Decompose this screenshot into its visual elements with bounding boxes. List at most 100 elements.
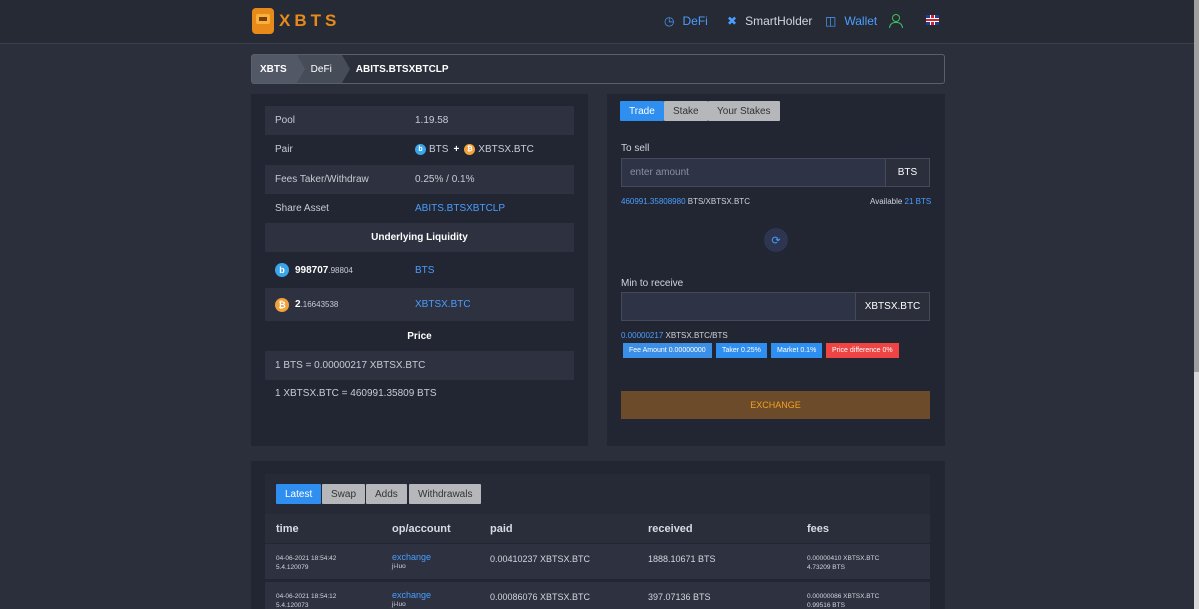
table-row[interactable]: 04-06-2021 18:54:12 5.4.120073 exchange … bbox=[265, 582, 930, 609]
row-paid: 0.00410237 XBTSX.BTC bbox=[490, 554, 591, 564]
share-asset-label: Share Asset bbox=[275, 203, 329, 214]
breadcrumb: XBTS DeFi ABITS.BTSXBTCLP bbox=[251, 54, 945, 84]
liquidity-btc-row: ₿ 2 .16643538 XBTSX.BTC bbox=[265, 288, 574, 321]
defi-icon: ◷ bbox=[664, 14, 675, 28]
price-row-2: 1 XBTSX.BTC = 460991.35809 BTS bbox=[265, 379, 574, 408]
liq-a-int: 998707 bbox=[295, 264, 329, 276]
tab-stake[interactable]: Stake bbox=[664, 101, 708, 121]
row-account[interactable]: ji-luo bbox=[392, 600, 431, 609]
row-account[interactable]: ji-luo bbox=[392, 562, 431, 571]
tab-adds[interactable]: Adds bbox=[366, 484, 407, 504]
col-time: time bbox=[276, 523, 299, 535]
exchange-button[interactable]: EXCHANGE bbox=[621, 391, 930, 419]
share-asset-row: Share Asset ABITS.BTSXBTCLP bbox=[265, 194, 574, 223]
sell-rate-value[interactable]: 460991.35808980 bbox=[621, 197, 686, 206]
share-asset-link[interactable]: ABITS.BTSXBTCLP bbox=[415, 203, 505, 214]
swap-direction-button[interactable]: ⟳ bbox=[764, 228, 788, 252]
col-received: received bbox=[648, 523, 693, 535]
row-fee-1: 0.00000410 XBTSX.BTC bbox=[807, 555, 880, 562]
receive-amount-input[interactable] bbox=[621, 292, 856, 321]
row-op: exchange ji-luo bbox=[392, 552, 431, 571]
bts-coin-icon: b bbox=[275, 263, 289, 277]
breadcrumb-defi-label: DeFi bbox=[310, 63, 332, 75]
row-received: 397.07136 BTS bbox=[648, 592, 711, 602]
liquidity-btc-asset[interactable]: XBTSX.BTC bbox=[415, 299, 471, 310]
row-op: exchange ji-luo bbox=[392, 590, 431, 609]
smartholder-icon: ✖ bbox=[727, 14, 738, 28]
liquidity-btc-amount: ₿ 2 .16643538 bbox=[275, 297, 338, 312]
row-paid: 0.00086076 XBTSX.BTC bbox=[490, 592, 591, 602]
row-op-id: 5.4.120079 bbox=[276, 564, 309, 571]
logo-text: XBTS bbox=[279, 11, 341, 30]
tab-your-stakes[interactable]: Your Stakes bbox=[708, 101, 780, 121]
row-op-link[interactable]: exchange bbox=[392, 590, 431, 600]
pair-b: XBTSX.BTC bbox=[478, 144, 534, 155]
refresh-icon: ⟳ bbox=[771, 234, 781, 247]
nav-smartholder[interactable]: ✖ SmartHolder bbox=[727, 14, 812, 28]
row-fee-2: 0.99516 BTS bbox=[807, 602, 845, 609]
row-fees: 0.00000086 XBTSX.BTC 0.99516 BTS bbox=[807, 592, 879, 609]
col-fees: fees bbox=[807, 523, 830, 535]
fees-label: Fees Taker/Withdraw bbox=[275, 174, 369, 185]
page-scrollbar[interactable] bbox=[1194, 0, 1199, 609]
tab-swap[interactable]: Swap bbox=[322, 484, 366, 504]
breadcrumb-xbts[interactable]: XBTS bbox=[252, 55, 305, 83]
table-row[interactable]: 04-06-2021 18:54:42 5.4.120079 exchange … bbox=[265, 544, 930, 579]
btc-coin-icon: ₿ bbox=[464, 144, 476, 155]
receive-unit: XBTSX.BTC bbox=[855, 292, 930, 321]
available-balance: Available 21 BTS bbox=[870, 197, 931, 206]
scrollbar-thumb[interactable] bbox=[1194, 0, 1199, 372]
row-time-value: 04-06-2021 18:54:12 bbox=[276, 593, 337, 600]
pair-label: Pair bbox=[275, 144, 293, 155]
xbts-logo-icon bbox=[252, 8, 274, 34]
nav-defi[interactable]: ◷ DeFi bbox=[664, 14, 708, 28]
pool-value: 1.19.58 bbox=[415, 115, 449, 126]
sell-rate: 460991.35808980 BTS/XBTSX.BTC bbox=[621, 197, 750, 206]
user-icon[interactable] bbox=[889, 14, 903, 28]
tab-trade[interactable]: Trade bbox=[620, 101, 664, 121]
sell-rate-unit: BTS/XBTSX.BTC bbox=[685, 197, 750, 206]
wallet-icon: ◫ bbox=[825, 14, 837, 28]
pool-label: Pool bbox=[275, 115, 296, 126]
xbts-logo[interactable]: XBTS bbox=[252, 8, 340, 34]
top-navbar: XBTS ◷ DeFi ✖ SmartHolder ◫ Wallet bbox=[0, 0, 1199, 44]
sell-amount-input[interactable]: enter amount bbox=[621, 158, 886, 187]
nav-wallet[interactable]: ◫ Wallet bbox=[825, 14, 877, 28]
receive-rate-value[interactable]: 0.00000217 bbox=[621, 331, 663, 340]
underlying-liquidity-title: Underlying Liquidity bbox=[265, 223, 574, 252]
liquidity-bts-asset[interactable]: BTS bbox=[415, 265, 434, 276]
receive-rate: 0.00000217 XBTSX.BTC/BTS bbox=[621, 331, 728, 340]
liquidity-bts-amount: b 998707 .98804 bbox=[275, 263, 353, 277]
row-time: 04-06-2021 18:54:42 5.4.120079 bbox=[276, 554, 336, 572]
row-fee-1: 0.00000086 XBTSX.BTC bbox=[807, 593, 880, 600]
taker-badge: Taker 0.25% bbox=[716, 343, 767, 358]
price-row-1: 1 BTS = 0.00000217 XBTSX.BTC bbox=[265, 351, 574, 380]
tab-withdrawals[interactable]: Withdrawals bbox=[409, 484, 482, 504]
price-2: 1 XBTSX.BTC = 460991.35809 BTS bbox=[275, 388, 437, 399]
row-time-value: 04-06-2021 18:54:42 bbox=[276, 555, 337, 562]
row-time: 04-06-2021 18:54:12 5.4.120073 bbox=[276, 592, 336, 609]
row-op-link[interactable]: exchange bbox=[392, 552, 431, 562]
receive-rate-unit: XBTSX.BTC/BTS bbox=[663, 331, 728, 340]
fee-amount-badge: Fee Amount 0.00000000 bbox=[623, 343, 712, 358]
pair-value: b BTS + ₿ XBTSX.BTC bbox=[415, 144, 534, 155]
available-label: Available bbox=[870, 197, 905, 206]
tab-latest[interactable]: Latest bbox=[276, 484, 322, 504]
fees-row: Fees Taker/Withdraw 0.25% / 0.1% bbox=[265, 165, 574, 194]
pair-a: BTS bbox=[429, 144, 449, 155]
nav-smartholder-label: SmartHolder bbox=[745, 14, 813, 28]
min-receive-label: Min to receive bbox=[621, 278, 684, 289]
price-title: Price bbox=[407, 331, 432, 342]
row-fee-2: 4.73209 BTS bbox=[807, 564, 845, 571]
nav-defi-label: DeFi bbox=[682, 14, 708, 28]
uk-flag-icon[interactable] bbox=[926, 15, 939, 25]
available-value[interactable]: 21 BTS bbox=[905, 197, 932, 206]
row-op-id: 5.4.120073 bbox=[276, 602, 309, 609]
breadcrumb-xbts-label: XBTS bbox=[260, 63, 287, 75]
btc-coin-icon: ₿ bbox=[275, 297, 289, 312]
nav-wallet-label: Wallet bbox=[844, 14, 878, 28]
sell-unit: BTS bbox=[885, 158, 930, 187]
fees-value: 0.25% / 0.1% bbox=[415, 174, 475, 185]
liq-a-dec: .98804 bbox=[328, 265, 353, 275]
history-table-header: time op/account paid received fees bbox=[265, 514, 930, 543]
